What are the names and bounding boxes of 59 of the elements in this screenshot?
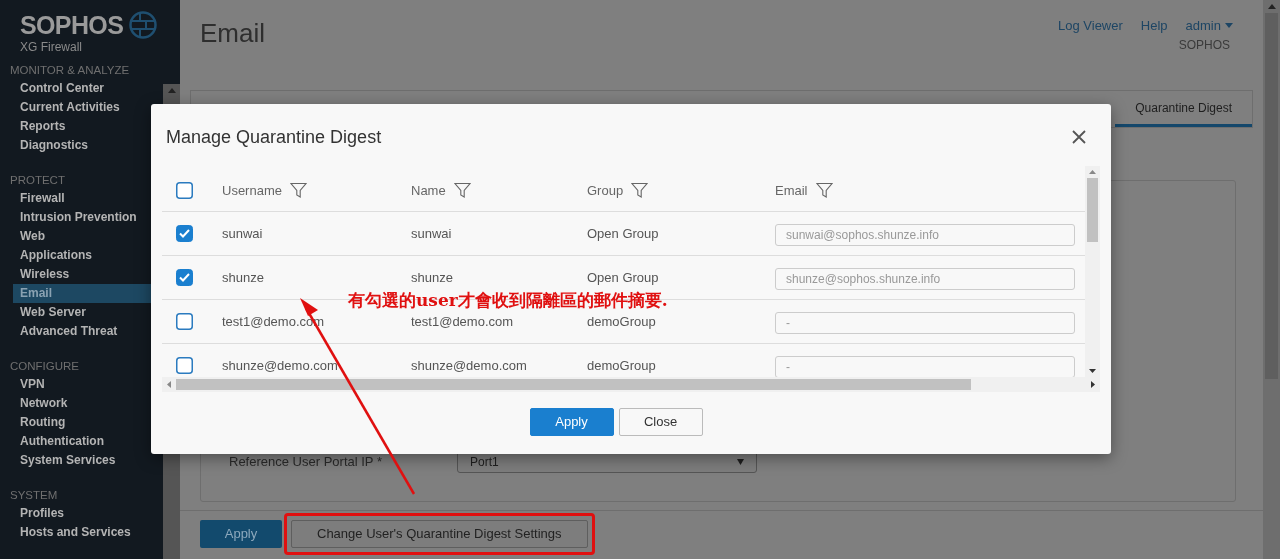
product-name: XG Firewall	[20, 40, 83, 54]
scroll-left-icon[interactable]	[167, 381, 171, 388]
sidebar-item[interactable]: System Services	[13, 451, 163, 470]
scrollbar-thumb[interactable]	[1087, 178, 1098, 242]
table-cell: test1@demo.com	[411, 314, 514, 329]
table-cell: Open Group	[587, 226, 659, 241]
filter-icon[interactable]	[289, 182, 307, 199]
dropdown-caret-icon	[737, 459, 744, 465]
brand-logo: SOPHOS	[20, 10, 124, 40]
sidebar-item[interactable]: Hosts and Services	[13, 523, 163, 542]
apply-button[interactable]: Apply	[200, 519, 282, 548]
apply-button[interactable]: Apply	[529, 408, 614, 436]
scroll-up-icon[interactable]	[1267, 4, 1276, 9]
table-cell: sunwai	[411, 226, 452, 241]
table-cell: demoGroup	[587, 314, 656, 329]
table-cell: shunze@demo.com	[222, 358, 338, 373]
column-header[interactable]: Group	[587, 180, 624, 201]
scroll-up-icon[interactable]	[167, 88, 176, 93]
table-cell: shunze	[222, 270, 264, 285]
sidebar-section-title: CONFIGURE	[9, 359, 80, 374]
vertical-scrollbar[interactable]	[1085, 166, 1100, 377]
table-cell: Open Group	[587, 270, 659, 285]
checkbox[interactable]	[176, 313, 193, 330]
dialog-title: Manage Quarantine Digest	[166, 125, 382, 149]
table-cell: demoGroup	[587, 358, 656, 373]
brick-wall-icon	[129, 11, 158, 39]
close-button[interactable]: Close	[618, 408, 703, 436]
sidebar-section-title: MONITOR & ANALYZE	[9, 63, 131, 78]
sidebar-item[interactable]: Profiles	[13, 504, 163, 523]
filter-icon[interactable]	[815, 182, 833, 199]
checkbox[interactable]	[176, 182, 193, 199]
table-cell: shunze	[411, 270, 453, 285]
scrollbar-thumb[interactable]	[176, 379, 971, 390]
scroll-down-icon[interactable]	[1089, 369, 1096, 373]
sidebar-item[interactable]: Control Center	[13, 79, 163, 98]
page-scrollbar[interactable]	[1263, 0, 1280, 559]
filter-icon[interactable]	[631, 182, 649, 199]
column-header[interactable]: Email	[775, 180, 808, 201]
checkbox[interactable]	[176, 357, 193, 374]
caret-icon	[1225, 23, 1233, 29]
settings-button[interactable]: Change User's Quarantine Digest Settings	[291, 519, 588, 548]
checkbox[interactable]	[176, 269, 193, 286]
page-title: Email	[200, 17, 265, 50]
field-label: Reference User Portal IP *	[228, 453, 383, 472]
sidebar-section-title: SYSTEM	[9, 488, 59, 503]
table-cell: shunze@demo.com	[411, 358, 527, 373]
scroll-up-icon[interactable]	[1089, 170, 1096, 174]
organization-name: SOPHOS	[1178, 36, 1231, 54]
column-header[interactable]: Name	[411, 180, 446, 201]
checkbox[interactable]	[176, 225, 193, 242]
annotation-text: 有勾選的user才會收到隔離區的郵件摘要.	[348, 290, 668, 310]
column-header[interactable]: Username	[222, 180, 282, 201]
horizontal-scrollbar[interactable]	[162, 377, 1100, 392]
tab[interactable]: Quarantine Digest	[1115, 91, 1252, 127]
table-cell: sunwai	[222, 226, 263, 241]
filter-icon[interactable]	[453, 182, 471, 199]
scroll-right-icon[interactable]	[1091, 381, 1095, 388]
sidebar-section-title: PROTECT	[9, 173, 66, 188]
close-icon[interactable]	[1072, 130, 1086, 144]
